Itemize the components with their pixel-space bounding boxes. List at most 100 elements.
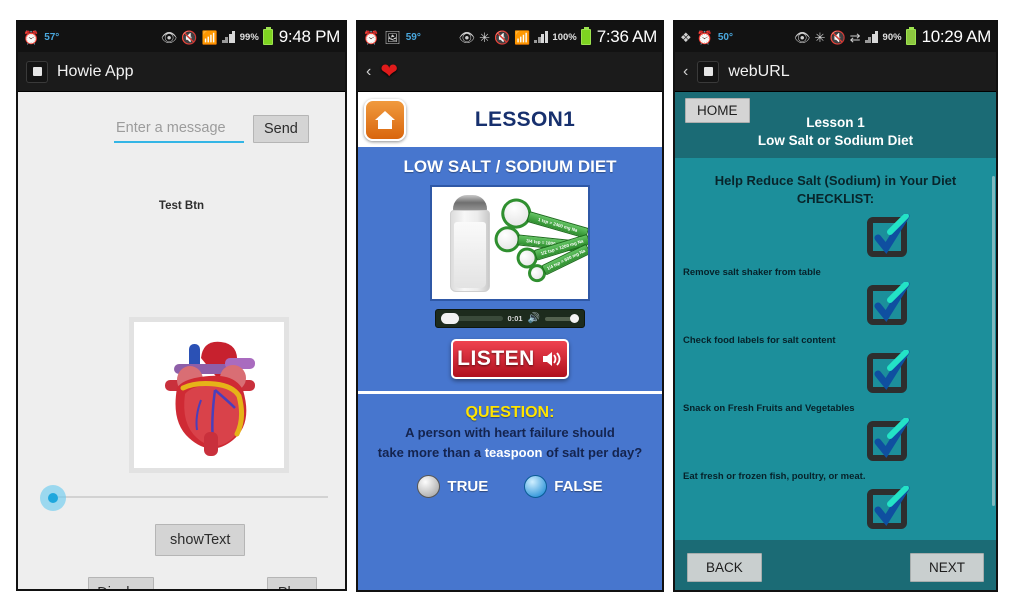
battery-percent-1: 99% — [239, 31, 259, 43]
checkmark-icon[interactable] — [866, 485, 912, 532]
display-button[interactable]: Display — [88, 577, 154, 589]
clock-1: 9:48 PM — [278, 27, 341, 46]
next-button[interactable]: NEXT — [909, 552, 984, 582]
lesson-header: LESSON1 — [358, 92, 662, 147]
show-text-button[interactable]: showText — [155, 524, 246, 556]
list-item[interactable]: Remove salt shaker from table — [681, 213, 990, 282]
status-bar-3: ❖ ⏰ 50° 👁 ✳ 🔇 ⇄ 90% 10:29 AM — [675, 22, 996, 52]
status-bar-2: ⏰ 🖼 59° 👁 ✳ 🔇 📶 100% 7:36 AM — [358, 22, 662, 52]
wifi-icon: 📶 — [514, 29, 531, 45]
slider-thumb[interactable] — [48, 493, 58, 503]
signal-icon — [864, 31, 879, 43]
list-item-label: Snack on Fresh Fruits and Vegetables — [683, 402, 855, 414]
heart-illustration — [141, 328, 277, 462]
speaker-icon[interactable]: 🔊 — [528, 313, 540, 324]
question-line-2: take more than a teaspoon of salt per da… — [364, 445, 656, 462]
battery-percent-3: 90% — [882, 31, 902, 43]
phone-screenshot-1: ⏰ 57° 👁 🔇 📶 99% 9:48 PM Howie App Send — [16, 20, 347, 591]
question-line-2c: of salt per day? — [542, 444, 643, 460]
question-line-1: A person with heart failure should — [405, 425, 615, 440]
seek-slider[interactable] — [40, 485, 328, 511]
mute-icon: 🔇 — [829, 29, 846, 45]
list-item[interactable]: Eat fresh or frozen fish, poultry, or me… — [681, 417, 990, 486]
signal-icon — [534, 31, 548, 43]
wifi-icon: 📶 — [201, 29, 218, 45]
volume-slider[interactable] — [545, 313, 579, 323]
checkmark-icon[interactable] — [866, 417, 912, 464]
checklist-heading-line1: Help Reduce Salt (Sodium) in Your Diet — [714, 173, 957, 189]
mute-icon: 🔇 — [494, 29, 511, 45]
app-title-1: Howie App — [57, 62, 134, 80]
phone-screenshot-2: ⏰ 🖼 59° 👁 ✳ 🔇 📶 100% 7:36 AM ‹ ❤ LESSON1… — [356, 20, 664, 592]
checkmark-icon[interactable] — [866, 349, 912, 396]
bluetooth-icon: ✳ — [814, 29, 826, 45]
temperature-indicator: 50° — [717, 31, 733, 43]
scrollbar[interactable] — [992, 176, 995, 506]
home-icon[interactable] — [364, 98, 406, 141]
audio-progress-thumb[interactable] — [441, 313, 459, 324]
lesson-header-3: HOME Lesson 1 Low Salt or Sodium Diet — [675, 92, 996, 159]
battery-icon — [905, 27, 916, 45]
radio-icon-false[interactable] — [524, 475, 548, 499]
app-title-3: webURL — [728, 62, 790, 80]
message-compose-row: Send — [114, 115, 309, 143]
phone3-content: HOME Lesson 1 Low Salt or Sodium Diet He… — [675, 92, 996, 590]
checkmark-icon[interactable] — [866, 281, 912, 328]
alarm-icon: ⏰ — [363, 29, 380, 45]
temperature-indicator: 57° — [44, 31, 60, 43]
answer-option-true[interactable]: TRUE — [417, 475, 488, 499]
status-bar-1: ⏰ 57° 👁 🔇 📶 99% 9:48 PM — [18, 22, 345, 52]
speaker-icon — [542, 352, 561, 366]
spoon-label-1: 1 tsp = 2400 mg Na — [526, 211, 588, 239]
home-button[interactable]: HOME — [685, 98, 750, 123]
eye-icon: 👁 — [458, 29, 476, 45]
play-button[interactable]: Play — [267, 577, 317, 589]
radio-icon-true[interactable] — [417, 475, 441, 499]
lesson-subtitle: LOW SALT / SODIUM DIET — [403, 157, 617, 176]
back-button[interactable]: BACK — [687, 552, 762, 582]
anatomical-heart-image — [129, 317, 289, 473]
salt-shaker-and-measuring-spoons-image: 1 tsp = 2400 mg Na 3/4 tsp = 1800 mg Na … — [430, 185, 590, 301]
battery-icon — [262, 27, 273, 45]
back-chevron-icon[interactable]: ‹ — [366, 63, 371, 81]
checkmark-icon[interactable] — [866, 213, 912, 260]
answer-option-false[interactable]: FALSE — [524, 475, 603, 499]
battery-icon — [580, 27, 591, 45]
action-bar-3: ‹ webURL — [675, 52, 996, 92]
app-icon — [26, 60, 48, 83]
sync-icon: ⇄ — [849, 29, 861, 45]
phone1-content: Send Test Btn — [18, 92, 345, 589]
listen-button-label: LISTEN — [457, 347, 535, 370]
question-keyword: teaspoon — [484, 444, 543, 460]
list-item-label: Eat fresh or frozen fish, poultry, or me… — [683, 470, 866, 482]
listen-button[interactable]: LISTEN — [451, 339, 569, 379]
bluetooth-icon: ✳ — [479, 29, 491, 45]
action-bar-2: ‹ ❤ — [358, 52, 662, 92]
slider-track — [58, 496, 328, 498]
send-button[interactable]: Send — [253, 115, 309, 143]
mute-icon: 🔇 — [181, 29, 198, 45]
app-icon — [697, 60, 720, 83]
list-item[interactable]: Snack on Fresh Fruits and Vegetables — [681, 349, 990, 418]
list-item[interactable]: Check food labels for salt content — [681, 281, 990, 350]
salt-shaker-graphic — [450, 195, 490, 295]
back-chevron-icon[interactable]: ‹ — [683, 63, 688, 81]
audio-player[interactable]: 0:01 🔊 — [435, 309, 585, 328]
question-line-2a: take more than a — [377, 444, 485, 460]
lesson-title: LESSON1 — [474, 107, 576, 131]
battery-percent-2: 100% — [552, 31, 577, 43]
alarm-icon: ⏰ — [23, 29, 40, 45]
question-block: QUESTION: A person with heart failure sh… — [358, 394, 662, 499]
checklist-heading-line2: CHECKLIST: — [796, 190, 875, 206]
signal-icon — [221, 31, 236, 43]
eye-icon: 👁 — [160, 29, 178, 45]
three-phone-screenshots: ⏰ 57° 👁 🔇 📶 99% 9:48 PM Howie App Send — [0, 0, 1013, 609]
clock-3: 10:29 AM — [921, 27, 992, 46]
alarm-icon: ⏰ — [696, 29, 713, 45]
message-input[interactable] — [114, 117, 244, 143]
lesson-title-line2: Low Salt or Sodium Diet — [757, 133, 914, 149]
audio-time: 0:01 — [507, 314, 523, 323]
test-btn-label: Test Btn — [158, 200, 205, 212]
audio-progress-track[interactable] — [441, 313, 503, 324]
checklist: Remove salt shaker from table Check food… — [675, 213, 996, 554]
